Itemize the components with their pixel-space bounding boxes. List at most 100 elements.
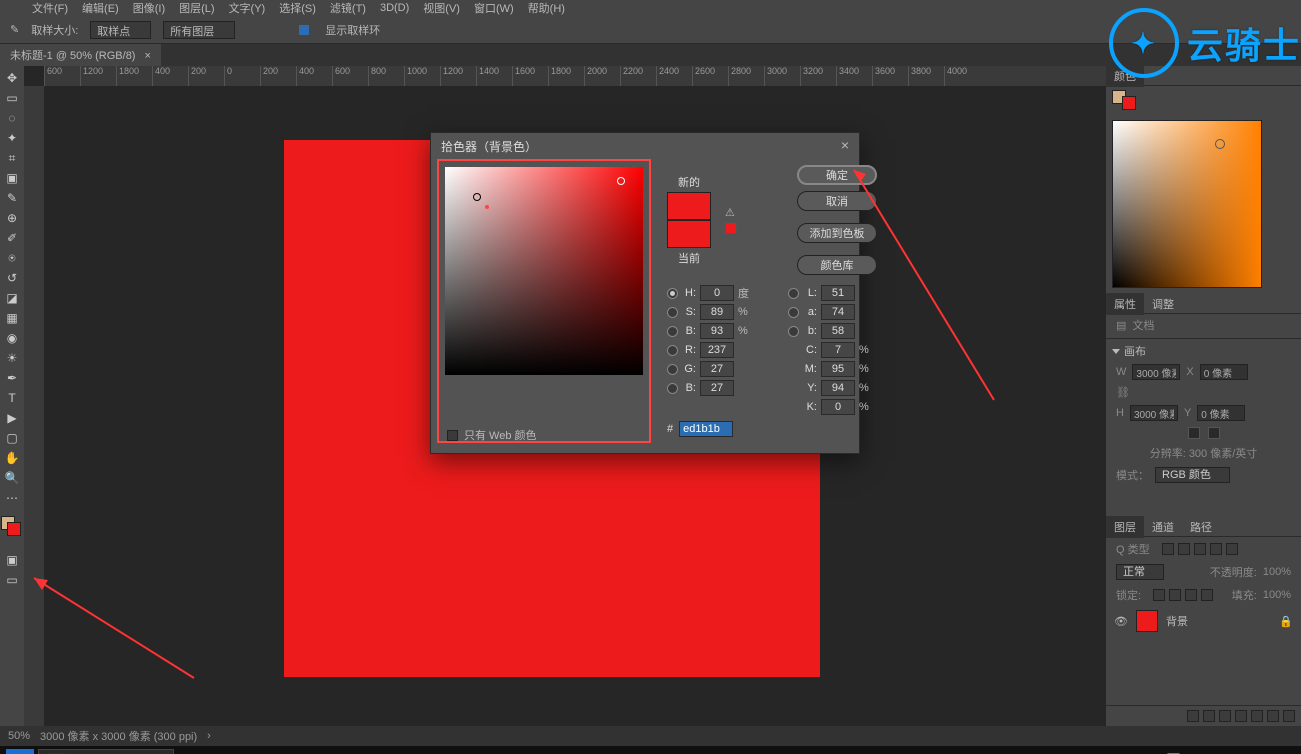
bc-radio[interactable] bbox=[667, 383, 678, 394]
color-libraries-button[interactable]: 颜色库 bbox=[797, 255, 877, 275]
trash-icon[interactable] bbox=[1283, 710, 1295, 722]
landscape-icon[interactable] bbox=[1208, 427, 1220, 439]
stamp-tool[interactable]: ⍟ bbox=[2, 250, 22, 266]
a-radio[interactable] bbox=[788, 307, 799, 318]
menu-type[interactable]: 文字(Y) bbox=[225, 0, 270, 16]
group-icon[interactable] bbox=[1251, 710, 1263, 722]
show-sampling-checkbox[interactable] bbox=[299, 25, 309, 35]
layer-row[interactable]: 👁 背景 🔒 bbox=[1106, 607, 1301, 635]
warning-icon[interactable]: ⚠ bbox=[725, 206, 737, 219]
g-radio[interactable] bbox=[667, 364, 678, 375]
filter-image-icon[interactable] bbox=[1162, 543, 1174, 555]
layer-thumbnail[interactable] bbox=[1136, 610, 1158, 632]
wand-tool[interactable]: ✦ bbox=[2, 130, 22, 146]
menu-filter[interactable]: 滤镜(T) bbox=[326, 0, 370, 16]
history-brush-tool[interactable]: ↺ bbox=[2, 270, 22, 286]
menu-edit[interactable]: 编辑(E) bbox=[78, 0, 123, 16]
background-mini-swatch[interactable] bbox=[1122, 96, 1136, 110]
width-input[interactable] bbox=[1132, 364, 1180, 380]
frame-tool[interactable]: ▣ bbox=[2, 170, 22, 186]
lock-trans-icon[interactable] bbox=[1153, 589, 1165, 601]
heal-tool[interactable]: ⊕ bbox=[2, 210, 22, 226]
lasso-tool[interactable]: ◌ bbox=[2, 110, 22, 126]
l-radio[interactable] bbox=[788, 288, 799, 299]
mask-icon[interactable] bbox=[1219, 710, 1231, 722]
layer-filter-kind[interactable]: Q 类型 bbox=[1116, 541, 1150, 557]
start-button[interactable]: ⊞ bbox=[6, 749, 34, 754]
chevron-right-icon[interactable]: › bbox=[207, 730, 211, 742]
b-input[interactable] bbox=[821, 323, 855, 339]
eyedropper-tool[interactable]: ✎ bbox=[2, 190, 22, 206]
menu-layer[interactable]: 图层(L) bbox=[175, 0, 218, 16]
tab-layers[interactable]: 图层 bbox=[1106, 516, 1144, 538]
h-input[interactable] bbox=[700, 285, 734, 301]
tab-adjust[interactable]: 调整 bbox=[1144, 293, 1182, 315]
zoom-tool[interactable]: 🔍 bbox=[2, 470, 22, 486]
main-menu-bar[interactable]: 文件(F) 编辑(E) 图像(I) 图层(L) 文字(Y) 选择(S) 滤镜(T… bbox=[0, 0, 1301, 16]
path-select-tool[interactable]: ▶ bbox=[2, 410, 22, 426]
blur-tool[interactable]: ◉ bbox=[2, 330, 22, 346]
ypos-input[interactable] bbox=[1197, 405, 1245, 421]
menu-window[interactable]: 窗口(W) bbox=[470, 0, 518, 16]
color-field[interactable] bbox=[1112, 120, 1262, 288]
type-tool[interactable]: T bbox=[2, 390, 22, 406]
tab-channels[interactable]: 通道 bbox=[1144, 516, 1182, 538]
visibility-eye-icon[interactable]: 👁 bbox=[1114, 615, 1128, 628]
caret-down-icon[interactable] bbox=[1112, 349, 1120, 354]
sample-size-select[interactable]: 取样点 bbox=[90, 21, 151, 39]
bv-input[interactable] bbox=[700, 323, 734, 339]
move-tool[interactable]: ✥ bbox=[2, 70, 22, 86]
zoom-level[interactable]: 50% bbox=[8, 730, 30, 742]
portrait-icon[interactable] bbox=[1188, 427, 1200, 439]
taskbar-app-photoshop[interactable]: Ps未标题-1 @ 50%(... bbox=[38, 749, 174, 754]
menu-select[interactable]: 选择(S) bbox=[275, 0, 320, 16]
gradient-tool[interactable]: ▦ bbox=[2, 310, 22, 326]
lock-pixels-icon[interactable] bbox=[1169, 589, 1181, 601]
h-radio[interactable] bbox=[667, 288, 678, 299]
layer-name-label[interactable]: 背景 bbox=[1166, 613, 1188, 629]
shape-tool[interactable]: ▢ bbox=[2, 430, 22, 446]
quickmask-tool[interactable]: ▣ bbox=[2, 552, 22, 568]
l-input[interactable] bbox=[821, 285, 855, 301]
dodge-tool[interactable]: ☀ bbox=[2, 350, 22, 366]
blend-mode-select[interactable]: 正常 bbox=[1116, 564, 1164, 580]
menu-file[interactable]: 文件(F) bbox=[28, 0, 72, 16]
lock-pos-icon[interactable] bbox=[1185, 589, 1197, 601]
filter-smart-icon[interactable] bbox=[1226, 543, 1238, 555]
pen-tool[interactable]: ✒ bbox=[2, 370, 22, 386]
tab-properties[interactable]: 属性 bbox=[1106, 293, 1144, 315]
r-radio[interactable] bbox=[667, 345, 678, 356]
filter-adjust-icon[interactable] bbox=[1178, 543, 1190, 555]
lock-all-icon[interactable] bbox=[1201, 589, 1213, 601]
brush-tool[interactable]: ✐ bbox=[2, 230, 22, 246]
g-input[interactable] bbox=[700, 361, 734, 377]
hex-input[interactable] bbox=[679, 421, 733, 437]
s-radio[interactable] bbox=[667, 307, 678, 318]
filter-shape-icon[interactable] bbox=[1210, 543, 1222, 555]
document-tab[interactable]: 未标题-1 @ 50% (RGB/8) × bbox=[0, 44, 161, 66]
height-input[interactable] bbox=[1130, 405, 1178, 421]
s-input[interactable] bbox=[700, 304, 734, 320]
screenmode-tool[interactable]: ▭ bbox=[2, 572, 22, 588]
dialog-titlebar[interactable]: 拾色器（背景色） × bbox=[431, 133, 859, 159]
m-input[interactable] bbox=[821, 361, 855, 377]
link-icon[interactable]: ⛓ bbox=[1116, 386, 1130, 399]
c-input[interactable] bbox=[821, 342, 855, 358]
more-tools-icon[interactable]: ⋯ bbox=[2, 490, 22, 506]
ok-button[interactable]: 确定 bbox=[797, 165, 877, 185]
a-input[interactable] bbox=[821, 304, 855, 320]
r-input[interactable] bbox=[700, 342, 734, 358]
link-layers-icon[interactable] bbox=[1187, 710, 1199, 722]
background-color-swatch[interactable] bbox=[7, 522, 21, 536]
hand-tool[interactable]: ✋ bbox=[2, 450, 22, 466]
add-to-swatches-button[interactable]: 添加到色板 bbox=[797, 223, 877, 243]
new-layer-icon[interactable] bbox=[1267, 710, 1279, 722]
b-radio[interactable] bbox=[788, 326, 799, 337]
cancel-button[interactable]: 取消 bbox=[797, 191, 877, 211]
bv-radio[interactable] bbox=[667, 326, 678, 337]
y-input[interactable] bbox=[821, 380, 855, 396]
tab-paths[interactable]: 路径 bbox=[1182, 516, 1220, 538]
websafe-swatch[interactable] bbox=[725, 222, 737, 234]
crop-tool[interactable]: ⌗ bbox=[2, 150, 22, 166]
bc-input[interactable] bbox=[700, 380, 734, 396]
